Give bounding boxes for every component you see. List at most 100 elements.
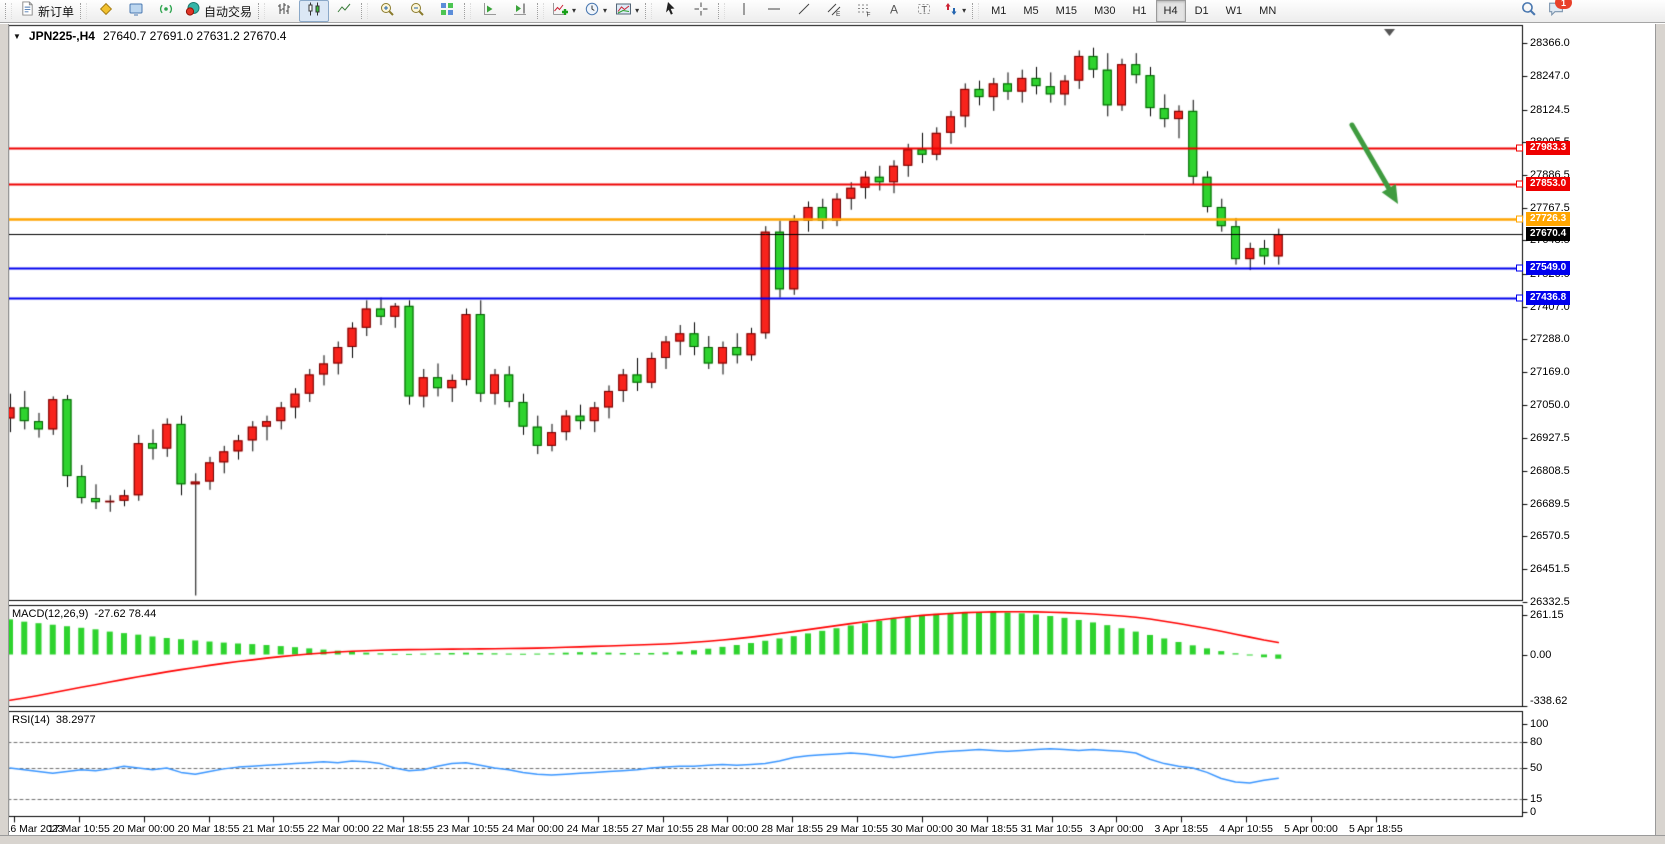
notifications-button[interactable]: 1 [1547, 0, 1565, 22]
level-line-handle[interactable] [1516, 295, 1523, 302]
data-window-button[interactable] [121, 0, 151, 22]
toolbar-grip[interactable] [80, 3, 87, 19]
horizontal-line-tool-button[interactable] [759, 0, 789, 22]
zoom-out-icon [409, 1, 425, 22]
rsi-indicator-name: RSI(14) [12, 714, 50, 726]
crosshair-tool-button[interactable] [686, 0, 716, 22]
signals-button[interactable] [151, 0, 181, 22]
periods-button[interactable]: ▾ [580, 0, 611, 22]
timeframe-button-M5[interactable]: M5 [1015, 0, 1046, 22]
timeframe-button-MN[interactable]: MN [1251, 0, 1284, 22]
horizontal-line-icon [766, 1, 782, 22]
toolbar-grip[interactable] [972, 3, 979, 19]
timeframe-button-H4[interactable]: H4 [1156, 0, 1186, 22]
svg-text:F: F [867, 11, 871, 17]
price-axis-tick-label: 27050.0 [1530, 399, 1570, 411]
price-axis-tick-label: 26570.5 [1530, 530, 1570, 542]
level-line-handle[interactable] [1516, 215, 1523, 222]
toolbar-grip[interactable] [361, 3, 368, 19]
toolbar-grip[interactable] [5, 3, 12, 19]
price-axis-tick-label: 27288.0 [1530, 333, 1570, 345]
vertical-line-tool-button[interactable] [729, 0, 759, 22]
time-axis-label: 24 Mar 18:55 [567, 823, 629, 835]
search-icon[interactable] [1520, 0, 1537, 22]
market-watch-button[interactable] [91, 0, 121, 22]
rsi-axis-tick-label: 100 [1530, 718, 1548, 730]
vertical-line-icon [736, 1, 752, 22]
price-axis-tick-label: 26927.5 [1530, 432, 1570, 444]
text-tool-button[interactable]: A [879, 0, 909, 22]
timeframe-button-H1[interactable]: H1 [1124, 0, 1154, 22]
equidistant-channel-tool-button[interactable]: E [819, 0, 849, 22]
arrow-objects-icon [943, 1, 959, 22]
timeframe-button-M15[interactable]: M15 [1048, 0, 1085, 22]
level-price-tag: 27726.3 [1526, 212, 1570, 226]
level-price-tag: 27853.0 [1526, 177, 1570, 191]
time-axis-label: 24 Mar 00:00 [502, 823, 564, 835]
timeframe-button-W1[interactable]: W1 [1218, 0, 1251, 22]
level-line-handle[interactable] [1516, 181, 1523, 188]
level-line-handle[interactable] [1516, 145, 1523, 152]
current-price-tag: 27670.4 [1526, 227, 1570, 241]
cursor-icon [663, 1, 679, 22]
window-bottom-edge [0, 835, 1665, 844]
timeframe-button-M30[interactable]: M30 [1086, 0, 1123, 22]
notification-badge: 1 [1555, 0, 1572, 9]
level-line-handle[interactable] [1516, 264, 1523, 271]
time-axis-label: 5 Apr 18:55 [1349, 823, 1403, 835]
equidistant-channel-icon: E [826, 1, 842, 22]
timeframe-button-M1[interactable]: M1 [983, 0, 1014, 22]
rsi-axis-tick-label: 15 [1530, 793, 1542, 805]
candlestick-chart-type-button[interactable] [299, 0, 329, 22]
chart-template-icon [615, 1, 632, 22]
time-axis-label: 22 Mar 18:55 [372, 823, 434, 835]
zoom-out-button[interactable] [402, 0, 432, 22]
auto-trading-button[interactable]: 自动交易 [181, 0, 256, 22]
level-price-tag: 27436.8 [1526, 291, 1570, 305]
time-axis-label: 20 Mar 00:00 [113, 823, 175, 835]
new-order-button[interactable]: 新订单 [16, 0, 78, 22]
price-axis-tick-label: 28124.5 [1530, 104, 1570, 116]
toolbar-grip[interactable] [258, 3, 265, 19]
time-axis-label: 3 Apr 00:00 [1090, 823, 1144, 835]
text-icon: A [886, 1, 902, 22]
fibonacci-tool-button[interactable]: F [849, 0, 879, 22]
rsi-panel-label: RSI(14) 38.2977 [12, 714, 96, 726]
axis-labels-layer: 28366.028247.028124.528005.527886.527767… [0, 0, 1665, 844]
indicators-button[interactable]: ▾ [548, 0, 580, 22]
chart-ohlc-values: 27640.7 27691.0 27631.2 27670.4 [103, 29, 287, 43]
bar-chart-icon [276, 1, 292, 22]
bar-chart-type-button[interactable] [269, 0, 299, 22]
arrows-tool-button[interactable]: ▾ [939, 0, 970, 22]
cursor-tool-button[interactable] [656, 0, 686, 22]
timeframe-group: M1M5M15M30H1H4D1W1MN [983, 0, 1284, 22]
trendline-tool-button[interactable] [789, 0, 819, 22]
price-axis-tick-label: 26808.5 [1530, 465, 1570, 477]
toolbar-grip[interactable] [537, 3, 544, 19]
indicators-caret-icon: ▾ [572, 7, 576, 15]
auto-scroll-button[interactable] [475, 0, 505, 22]
new-order-icon [20, 1, 35, 21]
price-axis-tick-label: 26451.5 [1530, 563, 1570, 575]
line-chart-type-button[interactable] [329, 0, 359, 22]
price-axis-tick-label: 28247.0 [1530, 70, 1570, 82]
zoom-in-icon [379, 1, 395, 22]
templates-button[interactable]: ▾ [611, 0, 643, 22]
chart-header: ▼ JPN225-,H4 27640.7 27691.0 27631.2 276… [13, 29, 286, 43]
tile-windows-button[interactable] [432, 0, 462, 22]
svg-text:E: E [836, 11, 841, 17]
price-axis-tick-label: 26689.5 [1530, 498, 1570, 510]
toolbar-grip[interactable] [464, 3, 471, 19]
text-label-tool-button[interactable]: T [909, 0, 939, 22]
one-click-trading-toggle-icon[interactable]: ▼ [13, 32, 21, 41]
add-indicator-icon [552, 1, 569, 22]
window-right-edge[interactable] [1655, 24, 1665, 844]
timeframe-button-D1[interactable]: D1 [1187, 0, 1217, 22]
toolbar-grip[interactable] [645, 3, 652, 19]
macd-panel-label: MACD(12,26,9) -27.62 78.44 [12, 608, 156, 620]
zoom-in-button[interactable] [372, 0, 402, 22]
time-axis-label: 3 Apr 18:55 [1154, 823, 1208, 835]
chart-shift-button[interactable] [505, 0, 535, 22]
auto-trading-label: 自动交易 [204, 3, 252, 20]
toolbar-grip[interactable] [718, 3, 725, 19]
